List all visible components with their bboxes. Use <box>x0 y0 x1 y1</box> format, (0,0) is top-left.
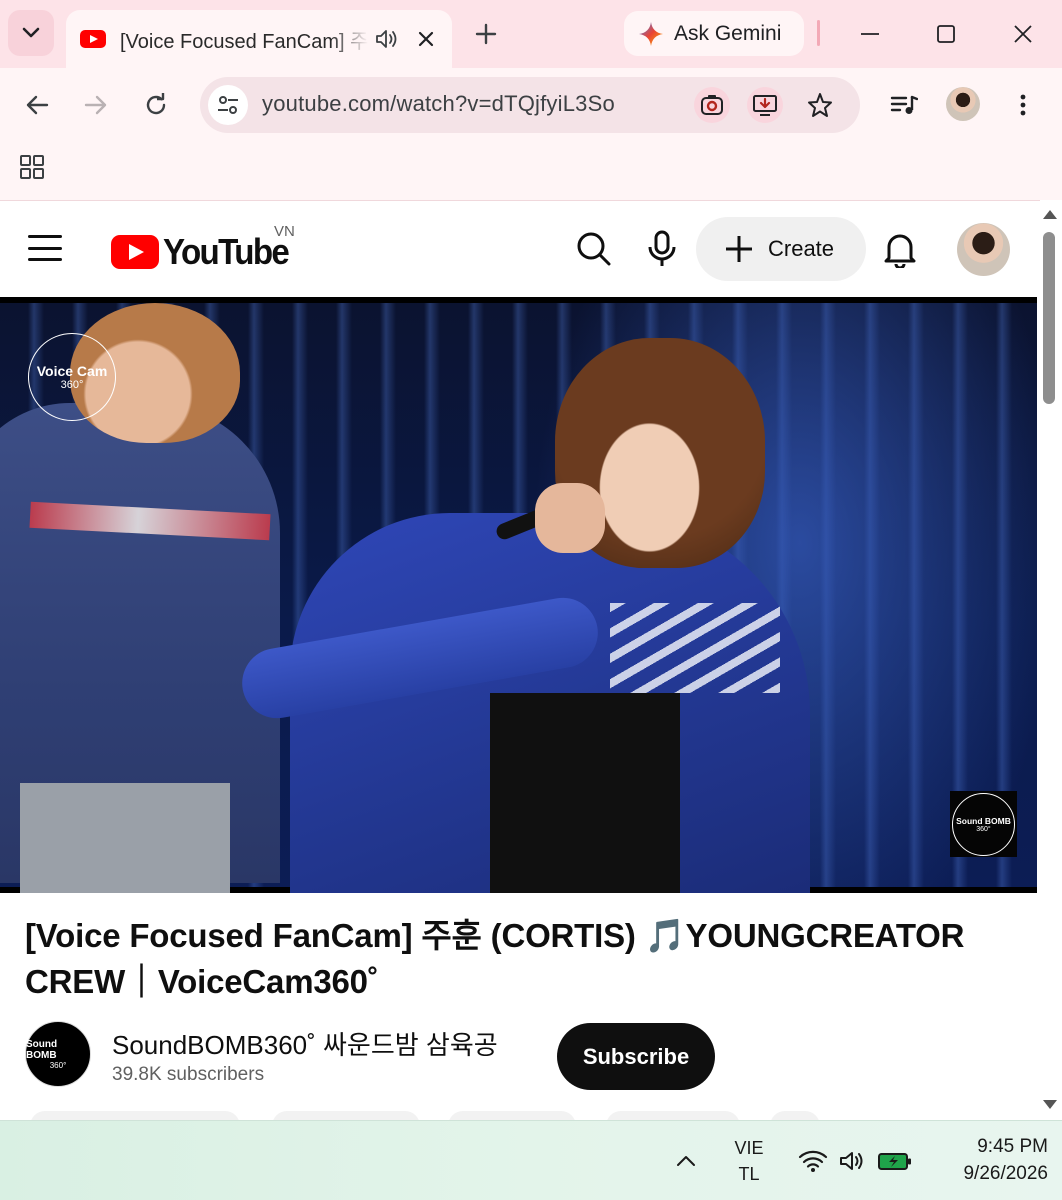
bookmark-star-icon[interactable] <box>802 87 838 123</box>
browser-tab-active[interactable]: [Voice Focused FanCam] 주훈 (CORTIS) 🎵YOUN… <box>66 10 452 68</box>
youtube-header: YouTube VN Create <box>0 201 1040 297</box>
page-scrollbar[interactable] <box>1040 200 1062 1120</box>
clock-time: 9:45 PM <box>977 1136 1048 1157</box>
browser-tab-strip: [Voice Focused FanCam] 주훈 (CORTIS) 🎵YOUN… <box>0 0 1062 68</box>
forward-button[interactable] <box>77 86 115 124</box>
youtube-favicon-icon <box>80 30 106 48</box>
browser-menu-button[interactable] <box>1004 86 1042 124</box>
scrollbar-thumb[interactable] <box>1043 232 1055 404</box>
performer-right-shirt <box>490 693 680 893</box>
minimize-window-button[interactable] <box>852 16 888 52</box>
voicecam-watermark: Voice Cam 360° <box>28 333 116 421</box>
scroll-up-arrow-icon[interactable] <box>1043 210 1057 219</box>
ask-gemini-button[interactable]: Ask Gemini <box>624 11 804 56</box>
youtube-page: YouTube VN Create Voice Cam 360° Sound B… <box>0 200 1040 1141</box>
menu-icon[interactable] <box>28 235 62 261</box>
close-window-button[interactable] <box>1005 16 1041 52</box>
tabstrip-separator <box>817 20 820 46</box>
windows-taskbar: VIE TL 9:45 PM 9/26/2026 <box>0 1120 1062 1200</box>
clock-date: 9/26/2026 <box>963 1163 1048 1184</box>
maximize-window-button[interactable] <box>928 16 964 52</box>
more-vertical-icon <box>1020 94 1026 116</box>
media-controls-button[interactable] <box>885 86 923 124</box>
maximize-icon <box>937 25 955 43</box>
speaker-icon[interactable] <box>374 26 400 52</box>
address-bar[interactable]: youtube.com/watch?v=dTQjfyiL3So <box>200 77 860 133</box>
performer-right-hand <box>535 483 605 553</box>
ask-gemini-label: Ask Gemini <box>674 21 782 45</box>
country-code: VN <box>274 223 295 240</box>
install-app-icon[interactable] <box>747 87 783 123</box>
browser-toolbar: youtube.com/watch?v=dTQjfyiL3So <box>0 68 1062 200</box>
plus-icon <box>726 236 752 262</box>
reload-icon <box>146 93 166 115</box>
soundbomb-watermark: Sound BOMB 360° <box>952 793 1015 856</box>
video-title: [Voice Focused FanCam] 주훈 (CORTIS) 🎵YOUN… <box>25 917 965 1000</box>
video-frame: Voice Cam 360° Sound BOMB 360° <box>0 303 1037 893</box>
battery-charging-icon[interactable] <box>876 1147 914 1175</box>
scroll-down-arrow-icon[interactable] <box>1043 1100 1057 1109</box>
wifi-icon[interactable] <box>797 1147 829 1175</box>
playlist-music-icon <box>890 95 918 114</box>
back-button[interactable] <box>18 86 56 124</box>
site-settings-icon[interactable] <box>208 85 248 125</box>
performer-left-pants <box>20 783 230 893</box>
voice-search-mic-icon[interactable] <box>642 229 682 269</box>
reload-button[interactable] <box>137 86 175 124</box>
search-icon[interactable] <box>574 229 614 269</box>
minimize-icon <box>861 33 879 35</box>
create-label: Create <box>768 236 835 261</box>
close-icon <box>1014 25 1032 43</box>
youtube-play-icon <box>111 235 159 269</box>
subscribe-button[interactable]: Subscribe <box>557 1023 715 1090</box>
close-tab-icon[interactable] <box>414 27 438 51</box>
system-clock[interactable]: 9:45 PM 9/26/2026 <box>928 1133 1048 1187</box>
tab-title: [Voice Focused FanCam] 주훈 (CORTIS) 🎵YOUN… <box>120 30 368 53</box>
url-text[interactable]: youtube.com/watch?v=dTQjfyiL3So <box>262 91 615 117</box>
account-avatar[interactable] <box>957 223 1010 276</box>
create-button[interactable]: Create <box>696 217 866 281</box>
arrow-right-icon <box>84 95 107 115</box>
subscriber-count: 39.8K subscribers <box>112 1064 265 1085</box>
profile-avatar[interactable] <box>946 87 980 121</box>
youtube-logo-text: YouTube <box>163 231 290 272</box>
gemini-sparkle-icon <box>639 21 663 46</box>
chevron-down-icon <box>22 27 40 38</box>
volume-icon[interactable] <box>836 1147 868 1175</box>
google-lens-icon[interactable] <box>694 87 730 123</box>
arrow-left-icon <box>26 95 49 115</box>
plus-icon <box>475 23 497 45</box>
sleeve-stripes <box>610 603 780 693</box>
youtube-logo[interactable]: YouTube <box>111 231 299 273</box>
input-language-indicator[interactable]: VIE TL <box>728 1135 770 1187</box>
channel-avatar[interactable]: Sound BOMB 360° <box>25 1021 91 1087</box>
tab-search-dropdown-button[interactable] <box>8 10 54 56</box>
notifications-bell-icon[interactable] <box>880 229 920 269</box>
channel-name[interactable]: SoundBOMB360˚ 싸운드밤 삼육공 <box>112 1025 498 1062</box>
apps-grid-icon[interactable] <box>18 153 48 183</box>
show-hidden-icons-chevron-up-icon[interactable] <box>672 1147 700 1175</box>
new-tab-button[interactable] <box>470 18 502 50</box>
video-player[interactable]: Voice Cam 360° Sound BOMB 360° <box>0 297 1037 893</box>
